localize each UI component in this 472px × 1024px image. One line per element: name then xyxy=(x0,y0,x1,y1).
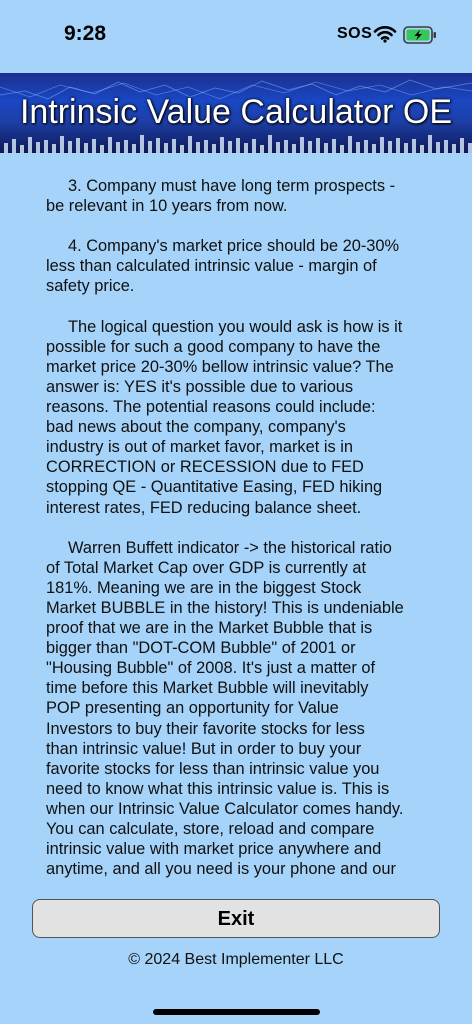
paragraph-logical-question: The logical question you would ask is ho… xyxy=(46,317,403,517)
status-sos: SOS xyxy=(337,25,373,42)
paragraph-criterion-3: 3. Company must have long term prospects… xyxy=(46,177,396,216)
wifi-icon xyxy=(373,25,397,48)
status-time: 9:28 xyxy=(64,22,107,45)
paragraph-criterion-4: 4. Company's market price should be 20-3… xyxy=(46,237,400,296)
home-indicator[interactable] xyxy=(153,1009,320,1015)
app-title: Intrinsic Value Calculator OE xyxy=(19,93,453,131)
header-banner: Intrinsic Value Calculator OE xyxy=(0,73,472,153)
paragraph-buffett-indicator: Warren Buffett indicator -> the historic… xyxy=(46,538,404,879)
battery-charging-icon xyxy=(403,26,437,49)
exit-button[interactable]: Exit xyxy=(32,899,440,938)
status-bar: 9:28 SOS xyxy=(0,0,472,72)
info-text-scroll[interactable]: 3. Company must have long term prospects… xyxy=(46,176,432,880)
copyright-text: © 2024 Best Implementer LLC xyxy=(128,951,344,968)
